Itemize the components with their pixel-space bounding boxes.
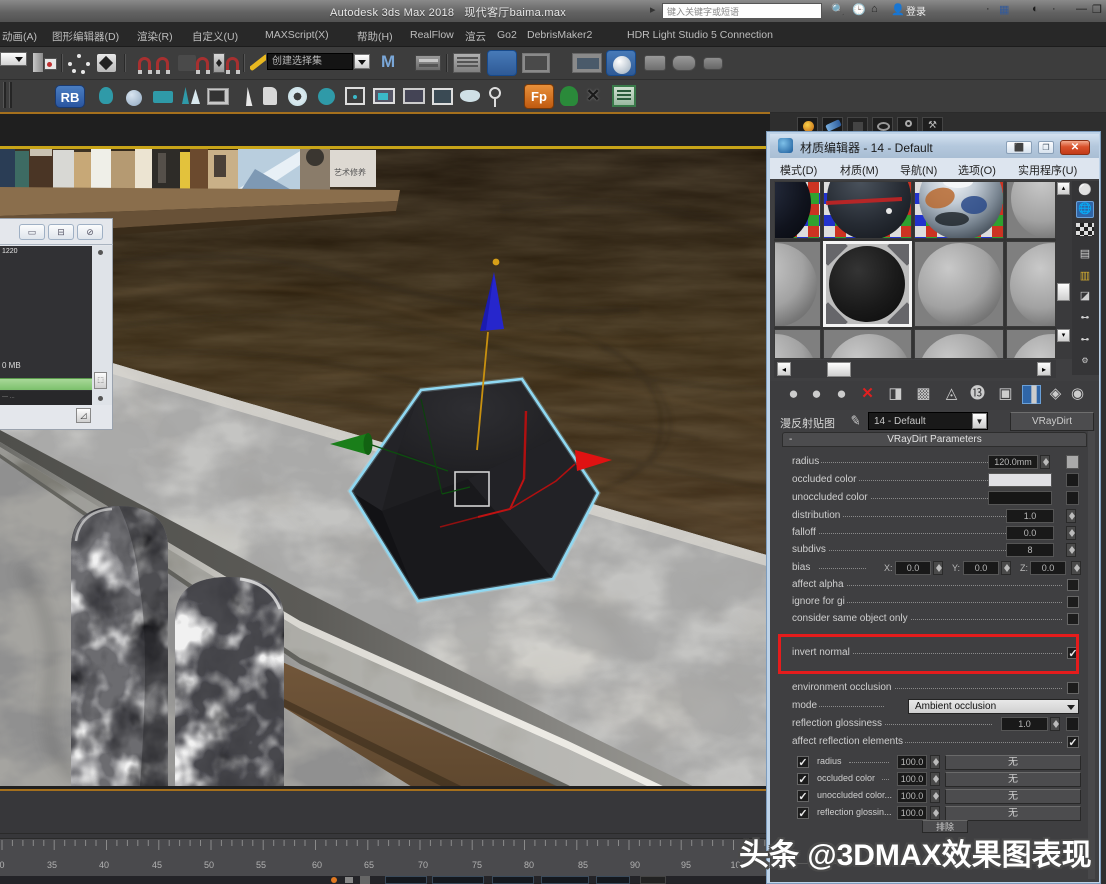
svg-text:艺术修养: 艺术修养 <box>334 167 366 177</box>
